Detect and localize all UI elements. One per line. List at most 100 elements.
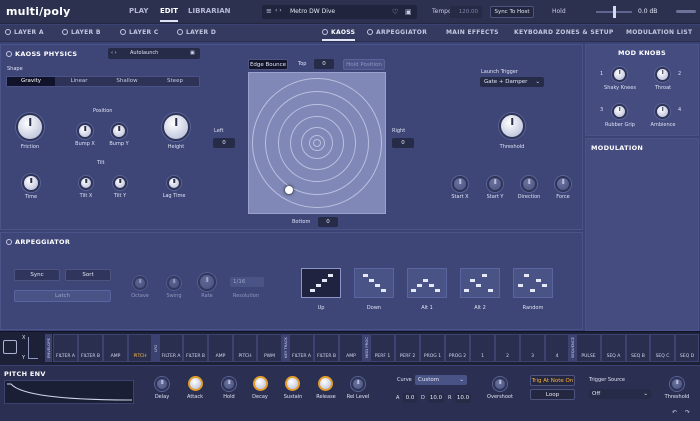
redo-icon[interactable]: ↷ (685, 409, 690, 416)
kaoss-power-dot[interactable] (6, 51, 12, 57)
keyboard-icon[interactable] (3, 340, 17, 354)
height-knob[interactable] (162, 113, 190, 141)
arp-pattern-random[interactable] (513, 268, 553, 298)
mod-slot[interactable]: AMP (208, 334, 233, 362)
start-y-knob[interactable] (487, 176, 503, 192)
shape-steep[interactable]: Steep (151, 77, 199, 86)
lag-time-knob[interactable] (167, 176, 181, 190)
heart-icon[interactable]: ♡ (392, 8, 398, 16)
shape-shallow[interactable]: Shallow (103, 77, 151, 86)
time-knob[interactable] (22, 174, 40, 192)
main-volume-slider[interactable] (676, 10, 696, 13)
hold-knob[interactable] (222, 377, 236, 391)
mod-slot[interactable]: 1 (470, 334, 495, 362)
tab-modulation-list[interactable]: MODULATION LIST (626, 29, 692, 36)
tab-keyboard-zones[interactable]: KEYBOARD ZONES & SETUP (514, 29, 614, 36)
kaoss-pad[interactable] (248, 72, 386, 214)
arp-pattern-alt2[interactable] (460, 268, 500, 298)
tab-arpeggiator[interactable]: ARPEGGIATOR (367, 29, 427, 36)
sync-to-host-button[interactable]: Sync To Host (490, 6, 534, 18)
trig-at-note-on-button[interactable]: Trig At Note On (530, 375, 575, 386)
mod-slot[interactable]: FILTER B (314, 334, 339, 362)
force-knob[interactable] (555, 176, 571, 192)
save-icon[interactable]: ▣ (405, 8, 412, 16)
shape-gravity[interactable]: Gravity (7, 77, 55, 86)
mod-slot[interactable]: FILTER A (53, 334, 78, 362)
mod-slot[interactable]: PULSE (576, 334, 601, 362)
mod-slot[interactable]: SEQ C (650, 334, 675, 362)
mod-slot[interactable]: PITCH (128, 334, 152, 362)
decay-knob[interactable] (253, 376, 268, 391)
octave-knob[interactable] (133, 276, 147, 290)
left-value[interactable]: 0 (213, 138, 235, 148)
mod-slot[interactable]: PITCH (233, 334, 257, 362)
arp-pattern-up[interactable] (301, 268, 341, 298)
sort-button[interactable]: Sort (65, 269, 111, 281)
shaky-knees-knob[interactable] (612, 67, 627, 82)
overshoot-knob[interactable] (493, 377, 507, 391)
curve-a-value[interactable]: 0.0 (403, 393, 417, 403)
resolution-select[interactable]: 1/16 (230, 277, 264, 287)
loop-button[interactable]: Loop (530, 389, 575, 400)
tilt-y-knob[interactable] (113, 176, 127, 190)
layer-d[interactable]: LAYER D (177, 29, 216, 36)
mod-slot[interactable]: AMP (103, 334, 128, 362)
bottom-value[interactable]: 0 (318, 217, 338, 227)
mod-slot[interactable]: PERF 2 (395, 334, 420, 362)
latch-button[interactable]: Latch (14, 290, 111, 302)
threshold-env-knob[interactable] (670, 377, 684, 391)
mod-slot[interactable]: PWM (257, 334, 282, 362)
layer-a[interactable]: LAYER A (5, 29, 44, 36)
curve-d-value[interactable]: 10.0 (428, 393, 444, 403)
mod-slot[interactable]: PERF 1 (370, 334, 395, 362)
mod-slot[interactable]: PROG 1 (420, 334, 445, 362)
layer-b[interactable]: LAYER B (62, 29, 101, 36)
rubber-grip-knob[interactable] (612, 104, 627, 119)
swing-knob[interactable] (167, 276, 181, 290)
bump-y-knob[interactable] (111, 123, 127, 139)
rel-level-knob[interactable] (351, 377, 365, 391)
edge-bounce-button[interactable]: Edge Bounce (248, 59, 288, 70)
direction-knob[interactable] (521, 176, 537, 192)
rate-knob[interactable] (198, 273, 216, 291)
trigger-source-select[interactable]: Off ⌄ (589, 389, 651, 399)
mod-slot[interactable]: SEQ D (675, 334, 699, 362)
xy-pad-icon[interactable] (28, 337, 38, 359)
mod-slot[interactable]: SEQ A (601, 334, 626, 362)
attack-knob[interactable] (188, 376, 203, 391)
shape-linear[interactable]: Linear (55, 77, 103, 86)
nav-librarian[interactable]: LIBRARIAN (188, 7, 230, 15)
tab-kaoss[interactable]: KAOSS (322, 29, 356, 41)
mod-slot[interactable]: FILTER B (183, 334, 208, 362)
curve-select[interactable]: Custom ⌄ (415, 375, 467, 385)
preset-nav-icon[interactable]: ‹ › (111, 50, 117, 56)
tempo-field[interactable]: 120.00 (450, 6, 482, 18)
nav-edit[interactable]: EDIT (160, 7, 178, 22)
layer-c[interactable]: LAYER C (120, 29, 159, 36)
mod-slot[interactable]: PROG 2 (445, 334, 470, 362)
bump-x-knob[interactable] (77, 123, 93, 139)
start-x-knob[interactable] (452, 176, 468, 192)
tilt-x-knob[interactable] (79, 176, 93, 190)
mod-slot[interactable]: FILTER B (78, 334, 103, 362)
top-value[interactable]: 0 (314, 59, 334, 69)
ambience-knob[interactable] (655, 104, 670, 119)
release-knob[interactable] (318, 376, 333, 391)
kaoss-ball[interactable] (285, 186, 293, 194)
sustain-knob[interactable] (285, 376, 300, 391)
mod-slot[interactable]: 4 (545, 334, 569, 362)
mod-slot[interactable]: FILTER A (159, 334, 183, 362)
arp-power-dot[interactable] (6, 239, 12, 245)
mod-slot[interactable]: 3 (520, 334, 545, 362)
undo-icon[interactable]: ↶ (672, 409, 677, 416)
menu-icon[interactable]: ≡ (266, 7, 272, 15)
right-value[interactable]: 0 (392, 138, 414, 148)
friction-knob[interactable] (16, 113, 44, 141)
preset-save-icon[interactable]: ▣ (190, 50, 195, 56)
hold-meter-handle[interactable] (613, 6, 616, 18)
delay-knob[interactable] (155, 377, 169, 391)
mod-slot[interactable]: SEQ B (626, 334, 650, 362)
envelope-display[interactable] (4, 380, 134, 404)
curve-r-value[interactable]: 10.0 (455, 393, 471, 403)
mod-slot[interactable]: AMP (339, 334, 363, 362)
